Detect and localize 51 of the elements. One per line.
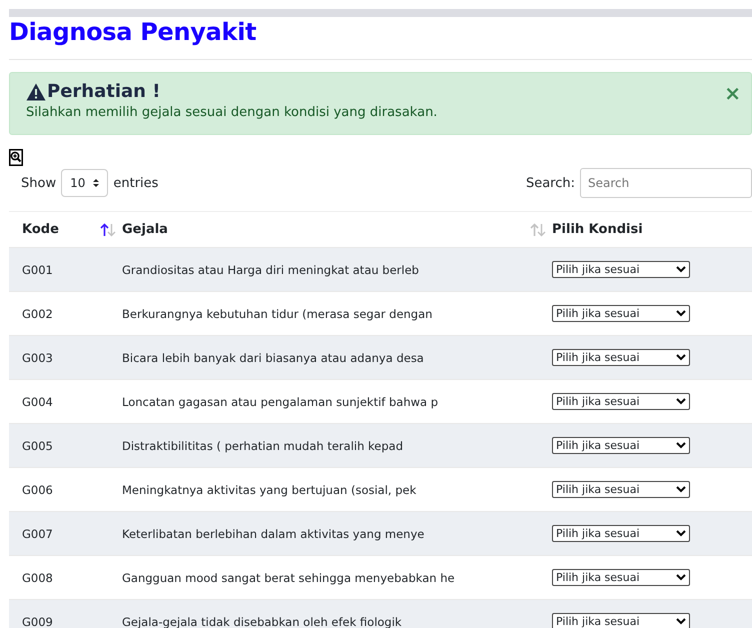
chevron-icon [676,530,686,537]
condition-select[interactable]: Pilih jika sesuai [552,393,690,410]
symptom-cell: Bicara lebih banyak dari biasanya atau adanya desa [122,350,424,364]
code-cell: G009 [22,614,53,628]
chevron-icon [676,618,686,625]
warning-icon [26,82,46,100]
symptom-cell: Loncatan gagasan atau pengalaman sunjektif bahwa p [122,394,438,408]
symptom-cell: Gejala-gejala tidak disebabkan oleh efek fiologik [122,614,402,628]
search-label: Search: [526,176,575,190]
condition-select[interactable]: Pilih jika sesuai [552,437,690,454]
spinner-icon [93,178,100,188]
entries-label: entries [113,176,158,190]
alert-heading: Perhatian ! [47,81,160,102]
alert-message: Silahkan memilih gejala sesuai dengan kondisi yang dirasakan. [26,105,438,120]
code-cell: G004 [22,394,53,408]
chevron-icon [676,398,686,405]
symptom-cell: Grandiositas atau Harga diri meningkat atau berleb [122,262,419,276]
condition-select[interactable]: Pilih jika sesuai [552,525,690,542]
condition-select[interactable]: Pilih jika sesuai [552,349,690,366]
condition-select[interactable]: Pilih jika sesuai [552,481,690,498]
condition-select[interactable]: Pilih jika sesuai [552,261,690,278]
chevron-icon [676,486,686,493]
sort-icon[interactable] [100,222,116,236]
search-field[interactable]: Search [580,168,752,198]
chevron-icon [676,354,686,361]
code-cell: G008 [22,570,53,584]
condition-select[interactable]: Pilih jika sesuai [552,305,690,322]
code-cell: G003 [22,350,53,364]
symptom-cell: Berkurangnya kebutuhan tidur (merasa segar dengan [122,306,432,320]
chevron-icon [676,310,686,317]
chevron-icon [676,574,686,581]
code-cell: G005 [22,438,53,452]
code-cell: G007 [22,526,53,540]
show-label: Show [21,176,56,190]
column-header[interactable]: Pilih Kondisi [552,222,643,237]
chevron-icon [676,266,686,273]
zoom-in-icon[interactable] [9,149,23,166]
symptom-cell: Gangguan mood sangat berat sehingga menyebabkan he [122,570,455,584]
chevron-icon [676,442,686,449]
condition-select[interactable]: Pilih jika sesuai [552,569,690,586]
symptom-cell: Meningkatnya aktivitas yang bertujuan (sosial, pek [122,482,416,496]
symptom-cell: Distraktibilititas ( perhatian mudah teralih kepad [122,438,404,452]
entries-select[interactable]: 10 [61,169,108,197]
column-header[interactable]: Gejala [122,222,168,237]
condition-select[interactable]: Pilih jika sesuai [552,613,690,628]
code-cell: G002 [22,306,53,320]
page-title: Diagnosa Penyakit [9,17,258,47]
code-cell: G006 [22,482,53,496]
symptom-cell: Keterlibatan berlebihan dalam aktivitas yang menye [122,526,424,540]
code-cell: G001 [22,262,53,276]
column-header[interactable]: Kode [22,222,59,237]
